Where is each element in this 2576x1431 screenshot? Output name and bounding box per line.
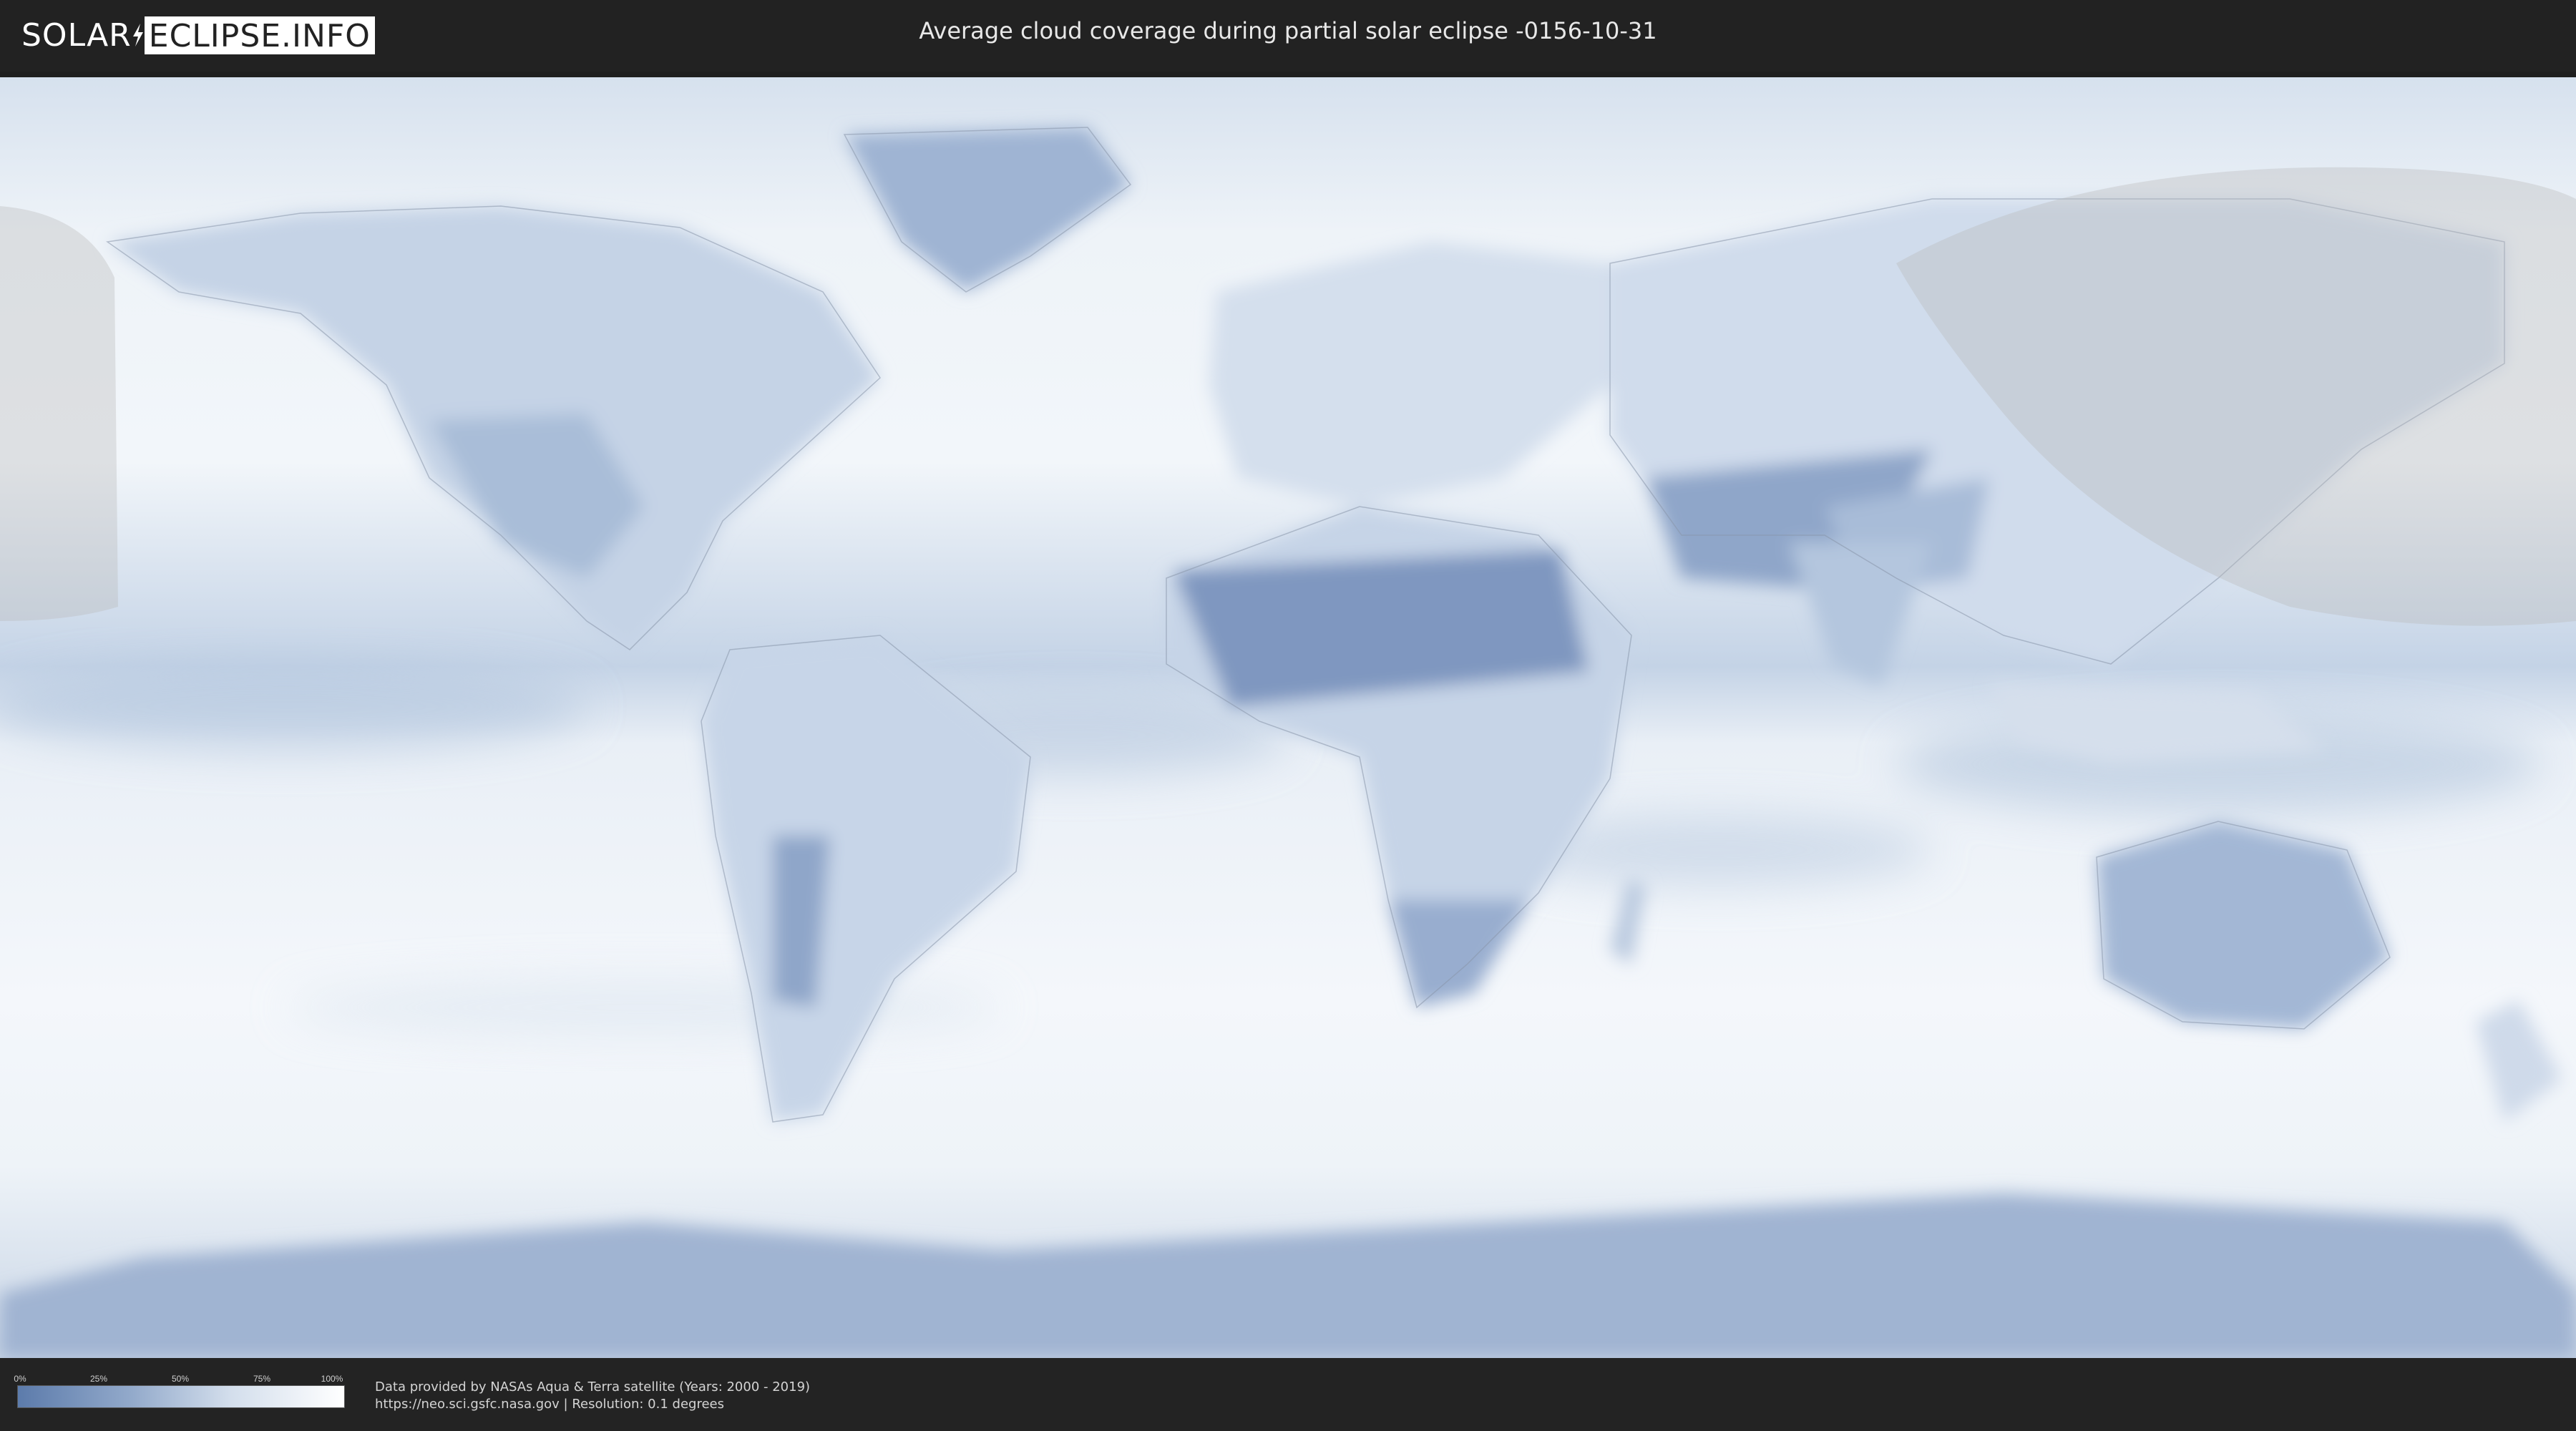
legend-tick-100: 100% <box>321 1374 343 1384</box>
legend-color-bar <box>17 1385 345 1408</box>
legend-tick-0: 0% <box>14 1374 26 1384</box>
header-bar: SOLAR ECLIPSE.INFO Average cloud coverag… <box>0 0 2576 72</box>
eclipse-zone-west <box>0 206 118 621</box>
cloud-coverage-legend: 0% 25% 50% 75% 100% <box>14 1374 345 1408</box>
credits-line-url: https://neo.sci.gsfc.nasa.gov | Resoluti… <box>375 1397 724 1412</box>
cloud-coverage-map[interactable] <box>0 77 2576 1358</box>
data-credits: Data provided by NASAs Aqua & Terra sate… <box>375 1379 810 1413</box>
legend-tick-50: 50% <box>171 1374 190 1384</box>
world-map-svg <box>0 77 2576 1358</box>
legend-tick-25: 25% <box>89 1374 108 1384</box>
page-title: Average cloud coverage during partial so… <box>919 17 1657 44</box>
legend-ticks: 0% 25% 50% 75% 100% <box>14 1374 345 1385</box>
credits-line-source: Data provided by NASAs Aqua & Terra sate… <box>375 1379 811 1395</box>
legend-tick-75: 75% <box>253 1374 271 1384</box>
